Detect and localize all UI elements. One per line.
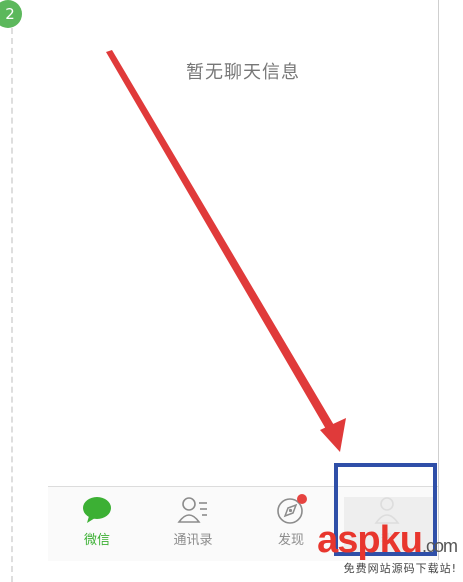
watermark-subtitle: 免费网站源码下载站! bbox=[343, 562, 457, 575]
step-number-badge: 2 bbox=[0, 0, 22, 28]
notification-dot-icon bbox=[297, 494, 307, 504]
dashed-guide-line bbox=[11, 28, 13, 582]
empty-chat-message: 暂无聊天信息 bbox=[186, 62, 300, 83]
tab-contacts-label: 通讯录 bbox=[173, 533, 213, 548]
chat-bubble-icon bbox=[81, 495, 113, 525]
watermark-logo-tail: ku bbox=[379, 519, 423, 561]
tab-contacts[interactable]: 通讯录 bbox=[148, 487, 238, 561]
compass-icon bbox=[275, 494, 307, 525]
contacts-icon bbox=[177, 495, 209, 525]
tab-chat[interactable]: 微信 bbox=[52, 487, 142, 561]
tab-chat-label: 微信 bbox=[83, 533, 110, 548]
watermark-logo-suffix: .com bbox=[421, 536, 458, 556]
tab-discover-label: 发现 bbox=[277, 533, 304, 548]
watermark: aspku.com 免费网站源码下载站! bbox=[317, 519, 458, 576]
watermark-logo-main: asp bbox=[317, 519, 380, 561]
watermark-logo: aspku.com bbox=[317, 519, 458, 561]
